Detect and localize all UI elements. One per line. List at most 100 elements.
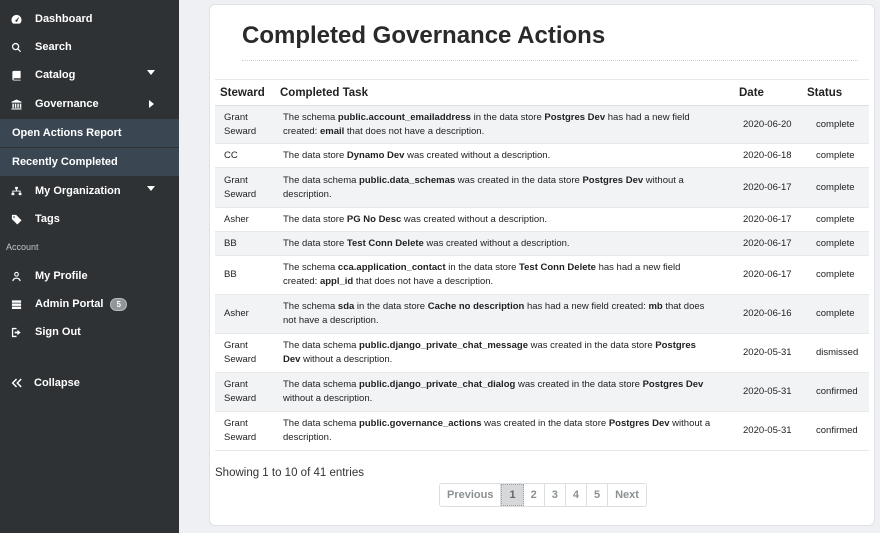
title-divider bbox=[242, 60, 858, 61]
sidebar-item-my-profile[interactable]: My Profile bbox=[0, 262, 179, 290]
sidebar-item-admin-portal[interactable]: Admin Portal 5 bbox=[0, 290, 179, 318]
steward-cell: Asher bbox=[215, 207, 275, 232]
task-cell: The data store Test Conn Delete was crea… bbox=[275, 231, 723, 256]
sidebar-subitem-open-actions[interactable]: Open Actions Report bbox=[0, 119, 179, 147]
date-cell: 2020-05-31 bbox=[723, 411, 797, 451]
tag-icon bbox=[9, 212, 23, 226]
steward-cell: BB bbox=[215, 255, 275, 295]
status-cell: complete bbox=[797, 231, 869, 256]
pagination-page-1[interactable]: 1 bbox=[501, 484, 524, 506]
sidebar-item-label: My Organization bbox=[35, 185, 121, 197]
date-cell: 2020-05-31 bbox=[723, 333, 797, 373]
date-cell: 2020-06-16 bbox=[723, 294, 797, 334]
sidebar-item-label: Tags bbox=[35, 213, 60, 225]
task-cell: The schema cca.application_contact in th… bbox=[275, 255, 723, 295]
book-icon bbox=[9, 68, 23, 82]
steward-cell: Grant Seward bbox=[215, 105, 275, 144]
pagination-previous[interactable]: Previous bbox=[440, 484, 502, 506]
user-icon bbox=[9, 269, 23, 283]
table-row: Grant Seward The schema public.account_em… bbox=[215, 105, 869, 144]
task-cell: The data schema public.django_private_ch… bbox=[275, 333, 723, 373]
steward-cell: CC bbox=[215, 143, 275, 168]
status-cell: complete bbox=[797, 207, 869, 232]
chevron-down-icon bbox=[147, 70, 155, 75]
status-cell: confirmed bbox=[797, 411, 869, 451]
server-icon bbox=[9, 297, 23, 311]
chevron-down-icon bbox=[147, 186, 155, 191]
steward-cell: Grant Seward bbox=[215, 411, 275, 451]
sidebar-item-label: Admin Portal bbox=[35, 298, 104, 310]
actions-table: Steward Completed Task Date Status Grant… bbox=[215, 79, 869, 451]
table-row: BB The schema cca.application_contact in … bbox=[215, 255, 869, 295]
chevron-right-icon bbox=[149, 100, 154, 108]
sidebar-item-dashboard[interactable]: Dashboard bbox=[0, 5, 179, 33]
task-cell: The data schema public.governance_action… bbox=[275, 411, 723, 451]
task-cell: The schema sda in the data store Cache n… bbox=[275, 294, 723, 334]
double-chevron-left-icon bbox=[8, 376, 24, 390]
status-cell: complete bbox=[797, 294, 869, 334]
pagination-page-3[interactable]: 3 bbox=[545, 484, 566, 506]
account-heading: Account bbox=[6, 242, 39, 252]
column-header-task[interactable]: Completed Task bbox=[275, 79, 723, 106]
table-row: Grant Seward The data schema public.gover… bbox=[215, 411, 869, 451]
table-row: Asher The data store PG No Desc was creat… bbox=[215, 207, 869, 232]
status-cell: dismissed bbox=[797, 333, 869, 373]
steward-cell: Grant Seward bbox=[215, 333, 275, 373]
sidebar-item-search[interactable]: Search bbox=[0, 33, 179, 61]
table-header-row: Steward Completed Task Date Status bbox=[215, 79, 869, 106]
notification-badge: 5 bbox=[110, 297, 127, 311]
steward-cell: Asher bbox=[215, 294, 275, 334]
sidebar-item-my-organization[interactable]: My Organization bbox=[0, 177, 179, 205]
steward-cell: Grant Seward bbox=[215, 372, 275, 412]
page-title: Completed Governance Actions bbox=[242, 22, 606, 49]
steward-cell: Grant Seward bbox=[215, 167, 275, 208]
pagination: Previous 1 2 3 4 5 Next bbox=[439, 483, 647, 507]
status-cell: complete bbox=[797, 105, 869, 144]
pagination-page-2[interactable]: 2 bbox=[524, 484, 545, 506]
sidebar-item-catalog[interactable]: Catalog bbox=[0, 61, 179, 89]
sidebar-item-tags[interactable]: Tags bbox=[0, 205, 179, 233]
sidebar-item-label: Dashboard bbox=[35, 13, 93, 25]
column-header-status[interactable]: Status bbox=[797, 79, 869, 106]
date-cell: 2020-06-20 bbox=[723, 105, 797, 144]
date-cell: 2020-05-31 bbox=[723, 372, 797, 412]
pagination-page-4[interactable]: 4 bbox=[566, 484, 587, 506]
entries-info: Showing 1 to 10 of 41 entries bbox=[215, 467, 364, 479]
main-panel: Completed Governance Actions Steward Com… bbox=[209, 4, 875, 526]
date-cell: 2020-06-17 bbox=[723, 231, 797, 256]
dashboard-icon bbox=[9, 12, 23, 26]
table-row: Grant Seward The data schema public.djang… bbox=[215, 333, 869, 373]
date-cell: 2020-06-17 bbox=[723, 167, 797, 208]
sidebar-item-label: My Profile bbox=[35, 270, 88, 282]
table-body: Grant Seward The schema public.account_em… bbox=[215, 105, 869, 451]
status-cell: complete bbox=[797, 143, 869, 168]
table-row: BB The data store Test Conn Delete was cr… bbox=[215, 231, 869, 256]
sidebar-item-label: Governance bbox=[35, 98, 99, 110]
sign-out-icon bbox=[9, 325, 23, 339]
sidebar-subitem-recently-completed[interactable]: Recently Completed bbox=[0, 148, 179, 176]
date-cell: 2020-06-18 bbox=[723, 143, 797, 168]
sidebar-item-label: Search bbox=[35, 41, 72, 53]
sitemap-icon bbox=[9, 184, 23, 198]
status-cell: complete bbox=[797, 255, 869, 295]
sidebar-item-label: Sign Out bbox=[35, 326, 81, 338]
table-row: Grant Seward The data schema public.djang… bbox=[215, 372, 869, 412]
pagination-page-5[interactable]: 5 bbox=[587, 484, 609, 506]
task-cell: The data schema public.django_private_ch… bbox=[275, 372, 723, 412]
steward-cell: BB bbox=[215, 231, 275, 256]
task-cell: The data schema public.data_schemas was … bbox=[275, 167, 723, 208]
status-cell: complete bbox=[797, 167, 869, 208]
sidebar: Dashboard Search Catalog Governance Open… bbox=[0, 0, 179, 533]
sidebar-item-governance[interactable]: Governance bbox=[0, 90, 179, 118]
sidebar-item-sign-out[interactable]: Sign Out bbox=[0, 318, 179, 346]
institution-icon bbox=[9, 97, 23, 111]
table-row: CC The data store Dynamo Dev was created … bbox=[215, 143, 869, 168]
column-header-date[interactable]: Date bbox=[723, 79, 797, 106]
sidebar-collapse-button[interactable]: Collapse bbox=[0, 369, 179, 397]
pagination-next[interactable]: Next bbox=[608, 484, 646, 506]
task-cell: The data store Dynamo Dev was created wi… bbox=[275, 143, 723, 168]
task-cell: The schema public.account_emailaddress i… bbox=[275, 105, 723, 144]
collapse-label: Collapse bbox=[34, 377, 80, 389]
column-header-steward[interactable]: Steward bbox=[215, 79, 275, 106]
table-row: Asher The schema sda in the data store Ca… bbox=[215, 294, 869, 334]
